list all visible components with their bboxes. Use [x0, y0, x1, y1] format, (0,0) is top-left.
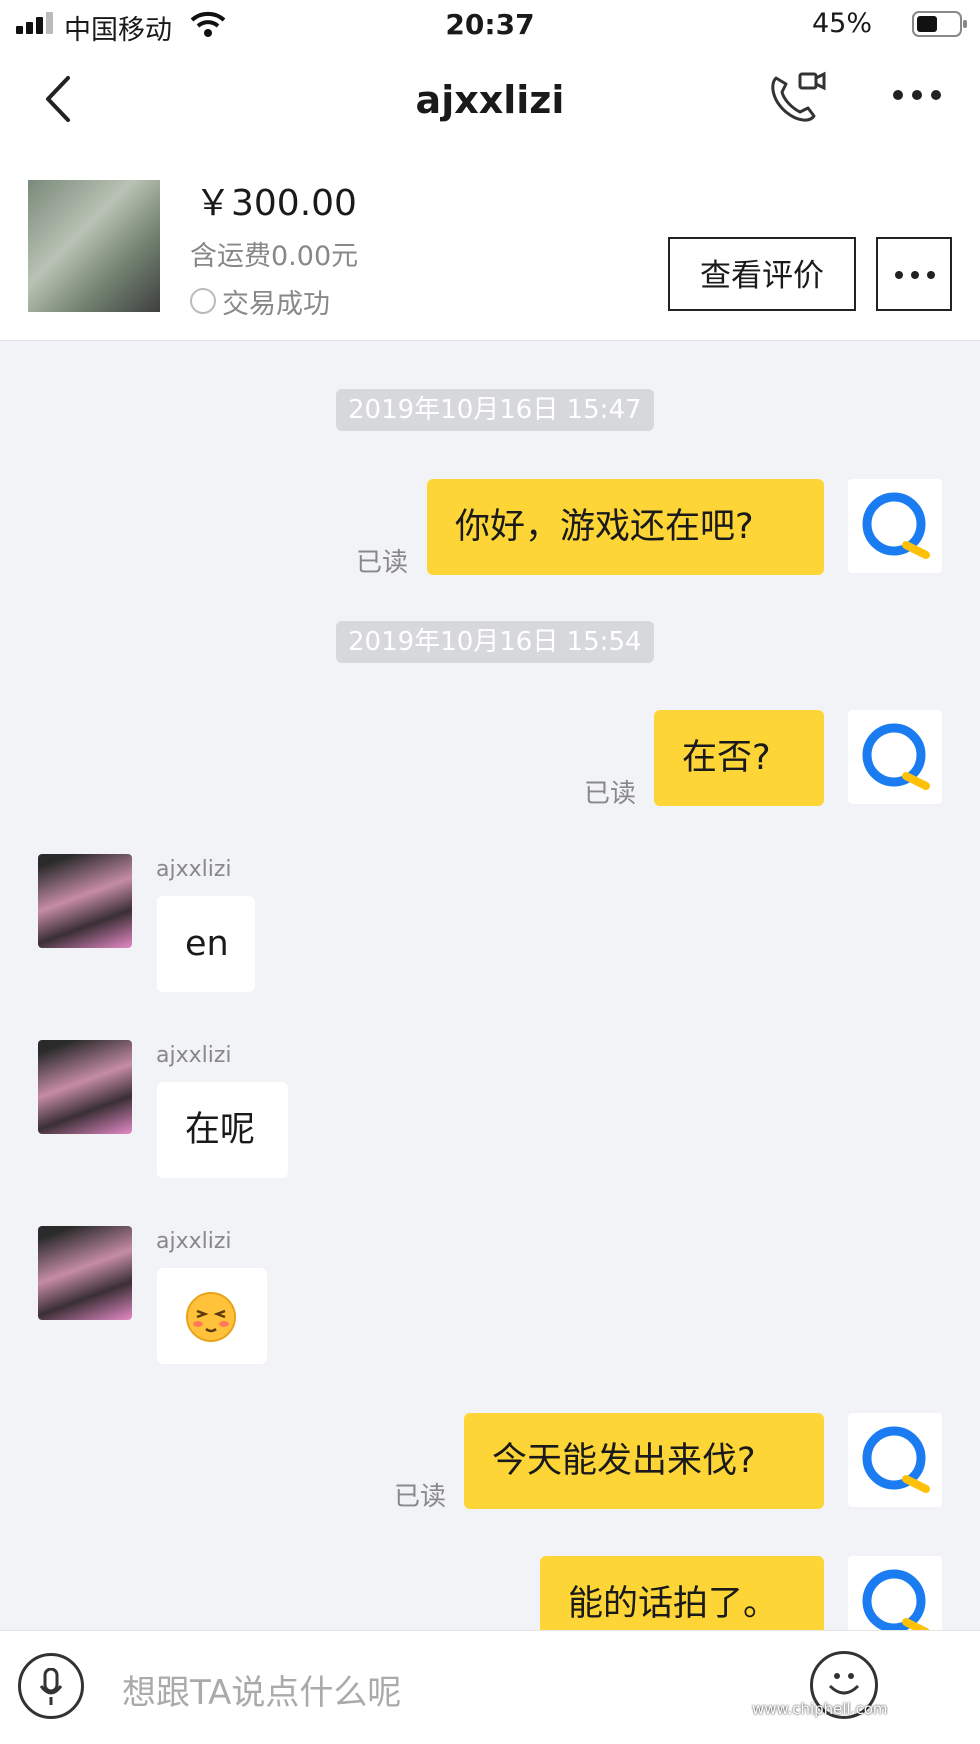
shipping-label: 含运费0.00元 — [190, 241, 359, 272]
contact-avatar[interactable] — [38, 1226, 132, 1320]
read-receipt: 已读 — [356, 548, 409, 578]
microphone-icon — [39, 1668, 63, 1705]
check-circle-icon — [190, 288, 216, 314]
product-price: ￥300.00 — [195, 183, 357, 224]
qq-logo-icon — [862, 492, 930, 559]
smiley-icon — [828, 1673, 860, 1695]
my-avatar[interactable] — [848, 710, 942, 804]
sender-name: ajxxlizi — [156, 1043, 232, 1068]
sender-name: ajxxlizi — [156, 1229, 232, 1254]
message-bubble[interactable]: en — [157, 896, 255, 992]
watermark: www.chiphell.com — [752, 1700, 888, 1718]
message-bubble[interactable]: 你好，游戏还在吧? — [427, 479, 824, 575]
battery-icon — [912, 11, 967, 37]
input-bar: 想跟TA说点什么呢 — [0, 1630, 980, 1744]
view-review-button[interactable]: 查看评价 — [668, 237, 856, 311]
blushing-face-icon — [186, 1292, 236, 1342]
voice-button[interactable] — [18, 1653, 84, 1719]
order-more-button[interactable] — [876, 237, 952, 311]
product-thumbnail[interactable] — [28, 180, 160, 312]
product-card[interactable]: ￥300.00 含运费0.00元 交易成功 查看评价 — [0, 152, 980, 341]
message-bubble[interactable] — [157, 1268, 267, 1364]
my-avatar[interactable] — [848, 479, 942, 573]
qq-logo-icon — [862, 1426, 930, 1493]
timestamp: 2019年10月16日 15:47 — [336, 389, 654, 431]
more-icon[interactable] — [892, 88, 942, 102]
my-avatar[interactable] — [848, 1413, 942, 1507]
qq-logo-icon — [862, 723, 930, 790]
more-dots-icon — [895, 271, 935, 279]
contact-avatar[interactable] — [38, 1040, 132, 1134]
page-title: ajxxlizi — [415, 78, 565, 122]
read-receipt: 已读 — [584, 779, 637, 809]
contact-avatar[interactable] — [38, 854, 132, 948]
nav-bar: ajxxlizi — [0, 48, 980, 152]
message-bubble[interactable]: 今天能发出来伐? — [464, 1413, 824, 1509]
read-receipt: 已读 — [394, 1482, 447, 1512]
video-call-icon[interactable] — [766, 70, 826, 126]
message-input[interactable]: 想跟TA说点什么呢 — [122, 1665, 401, 1714]
deal-status: 交易成功 — [222, 289, 330, 320]
message-bubble[interactable]: 在呢 — [157, 1082, 288, 1178]
sender-name: ajxxlizi — [156, 857, 232, 882]
status-bar: 中国移动 20:37 45% — [0, 0, 980, 48]
message-bubble[interactable]: 在否? — [654, 710, 824, 806]
timestamp: 2019年10月16日 15:54 — [336, 621, 654, 663]
battery-percent: 45% — [811, 8, 872, 39]
